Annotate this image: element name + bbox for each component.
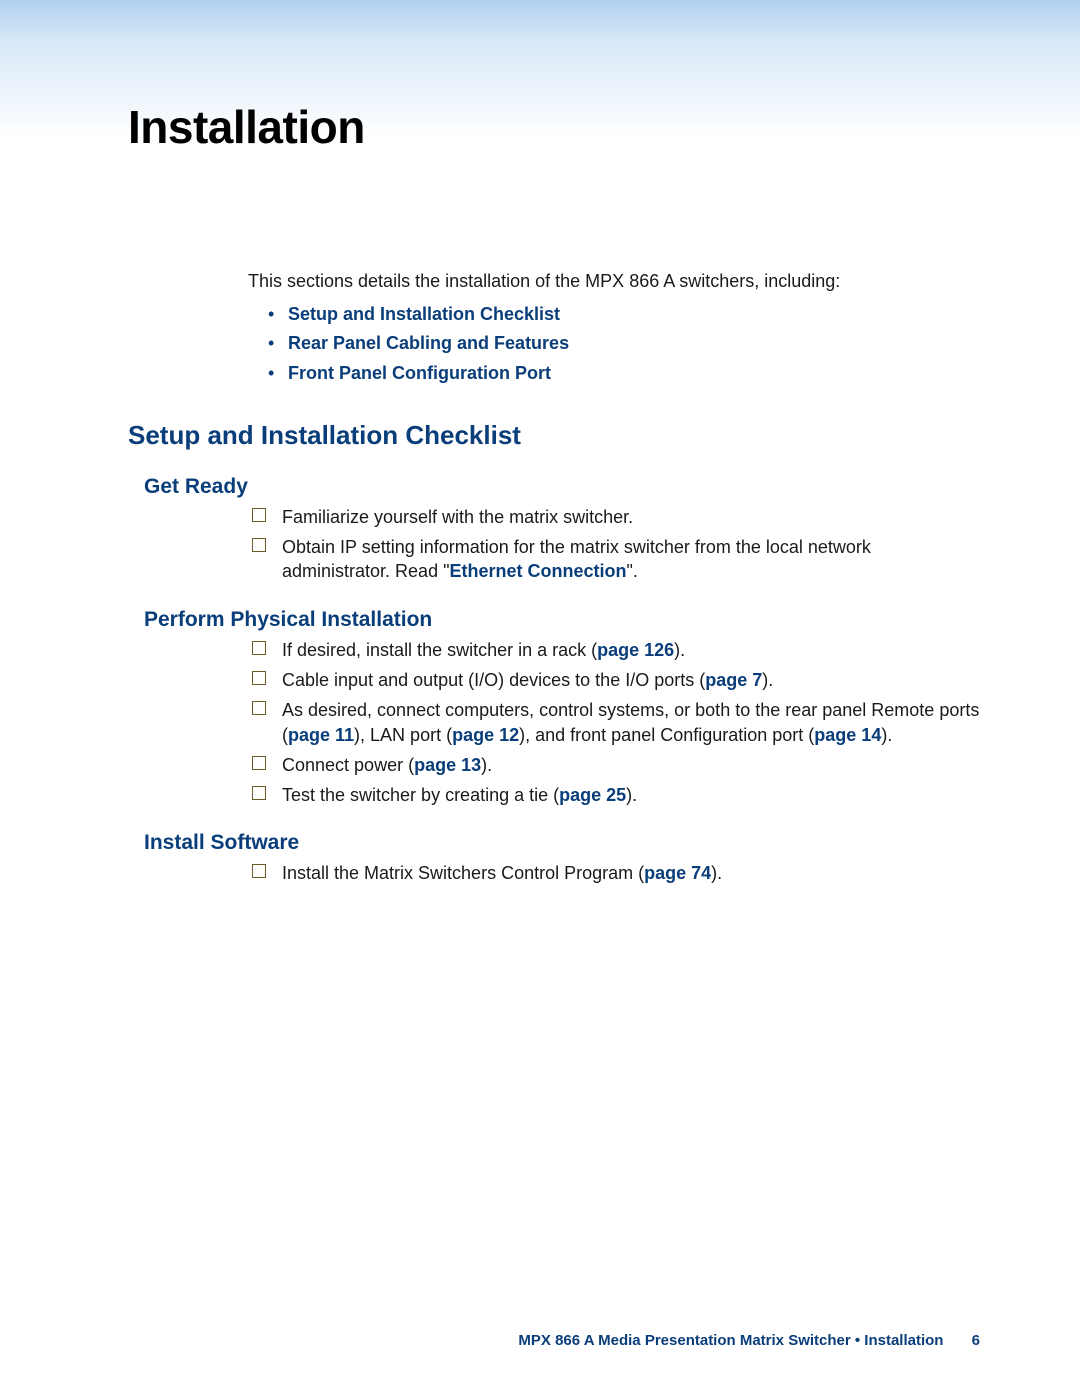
- check-item: Obtain IP setting information for the ma…: [252, 535, 980, 584]
- page-link[interactable]: page 13: [414, 755, 481, 775]
- subsection-get-ready: Get Ready: [144, 475, 980, 499]
- checkbox-icon[interactable]: [252, 864, 266, 878]
- checkbox-icon[interactable]: [252, 538, 266, 552]
- page-link[interactable]: page 126: [597, 640, 674, 660]
- page-title: Installation: [128, 100, 980, 154]
- checkbox-icon[interactable]: [252, 786, 266, 800]
- check-text: ).: [881, 725, 892, 745]
- page-link[interactable]: page 74: [644, 863, 711, 883]
- check-item: Install the Matrix Switchers Control Pro…: [252, 861, 980, 885]
- page-footer: MPX 866 A Media Presentation Matrix Swit…: [518, 1332, 980, 1349]
- toc-link-rear-panel[interactable]: Rear Panel Cabling and Features: [288, 333, 569, 353]
- check-text: Install the Matrix Switchers Control Pro…: [282, 863, 644, 883]
- page-link[interactable]: page 25: [559, 785, 626, 805]
- subsection-physical-install: Perform Physical Installation: [144, 608, 980, 632]
- page-link[interactable]: page 14: [814, 725, 881, 745]
- footer-text: MPX 866 A Media Presentation Matrix Swit…: [518, 1332, 943, 1349]
- section-heading-checklist: Setup and Installation Checklist: [128, 420, 980, 451]
- check-text: ), LAN port (: [354, 725, 452, 745]
- check-text: ).: [626, 785, 637, 805]
- check-text: Familiarize yourself with the matrix swi…: [282, 507, 633, 527]
- toc-link-front-panel[interactable]: Front Panel Configuration Port: [288, 363, 551, 383]
- page-link[interactable]: page 12: [452, 725, 519, 745]
- subsection-install-software: Install Software: [144, 831, 980, 855]
- check-text: If desired, install the switcher in a ra…: [282, 640, 597, 660]
- check-text: ".: [626, 561, 637, 581]
- link-ethernet[interactable]: Ethernet Connection: [449, 561, 626, 581]
- check-item: Connect power (page 13).: [252, 753, 980, 777]
- intro-paragraph: This sections details the installation o…: [248, 269, 980, 294]
- check-text: Test the switcher by creating a tie (: [282, 785, 559, 805]
- check-text: ).: [674, 640, 685, 660]
- check-text: Cable input and output (I/O) devices to …: [282, 670, 705, 690]
- checkbox-icon[interactable]: [252, 701, 266, 715]
- check-item: Cable input and output (I/O) devices to …: [252, 668, 980, 692]
- checkbox-icon[interactable]: [252, 508, 266, 522]
- check-text: Connect power (: [282, 755, 414, 775]
- check-item: As desired, connect computers, control s…: [252, 698, 980, 747]
- check-item: Test the switcher by creating a tie (pag…: [252, 783, 980, 807]
- check-item: If desired, install the switcher in a ra…: [252, 638, 980, 662]
- check-text: ), and front panel Configuration port (: [519, 725, 814, 745]
- page-link[interactable]: page 11: [288, 725, 354, 745]
- check-text: ).: [762, 670, 773, 690]
- check-text: ).: [481, 755, 492, 775]
- checkbox-icon[interactable]: [252, 671, 266, 685]
- checkbox-icon[interactable]: [252, 756, 266, 770]
- checkbox-icon[interactable]: [252, 641, 266, 655]
- page-number: 6: [972, 1332, 980, 1349]
- check-item: Familiarize yourself with the matrix swi…: [252, 505, 980, 529]
- toc-link-setup[interactable]: Setup and Installation Checklist: [288, 304, 560, 324]
- page-link[interactable]: page 7: [705, 670, 762, 690]
- check-text: ).: [711, 863, 722, 883]
